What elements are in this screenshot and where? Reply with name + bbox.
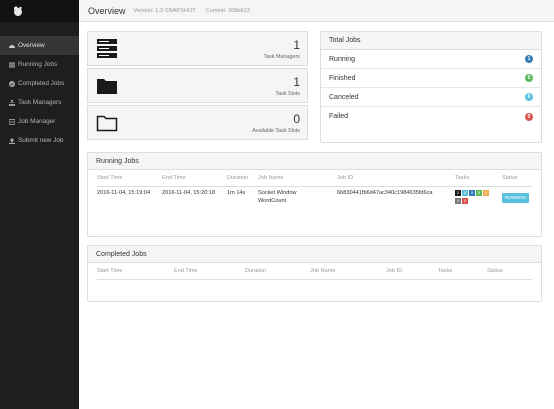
sidebar-item-label: Completed Jobs xyxy=(18,80,65,87)
cell-job-id: 6b830441fb6d47ac340c1984635fd6ca xyxy=(337,190,433,196)
col-job-name[interactable]: Job Name xyxy=(258,175,284,181)
task-count-badge: 0 xyxy=(483,190,489,196)
page-title: Overview xyxy=(88,5,126,16)
cell-duration: 1m 14s xyxy=(227,190,246,196)
cell-start-time: 2016-11-04, 15:19:04 xyxy=(97,190,151,196)
task-count-badge: 0 xyxy=(469,190,475,196)
folder-open-icon xyxy=(96,115,118,132)
completed-jobs-header: Start Time End Time Duration Job Name Jo… xyxy=(97,263,532,280)
total-row-finished: Finished 0 xyxy=(321,69,541,88)
building-icon xyxy=(7,118,16,125)
cell-tasks: 2000000 xyxy=(455,190,495,205)
col-tasks[interactable]: Tasks xyxy=(455,175,469,181)
list-icon xyxy=(7,62,16,68)
running-jobs-title: Running Jobs xyxy=(88,153,541,170)
total-label: Failed xyxy=(329,113,349,120)
col-job-id[interactable]: Job ID xyxy=(337,175,353,181)
count-badge: 1 xyxy=(525,55,533,63)
count-badge: 0 xyxy=(525,112,533,121)
task-count-badge: 0 xyxy=(462,190,468,196)
total-row-running: Running 1 xyxy=(321,50,541,69)
col-status[interactable]: Status xyxy=(502,175,518,181)
sidebar-item-task-managers[interactable]: Task Managers xyxy=(0,93,79,112)
upload-icon xyxy=(7,137,16,144)
completed-jobs-title: Completed Jobs xyxy=(88,246,541,263)
table-row[interactable]: 2016-11-04, 15:19:04 2016-11-04, 15:20:1… xyxy=(97,187,532,213)
col-duration[interactable]: Duration xyxy=(245,268,266,274)
stat-label: Task Managers xyxy=(263,54,300,60)
cell-job-name: Socket Window WordCount xyxy=(258,190,297,204)
stat-label: Task Slots xyxy=(275,91,300,97)
col-job-id[interactable]: Job ID xyxy=(386,268,402,274)
sidebar-item-submit-job[interactable]: Submit new Job xyxy=(0,131,79,150)
sidebar: Overview Running Jobs Completed Jobs Tas… xyxy=(0,0,79,409)
total-label: Finished xyxy=(329,74,356,82)
sidebar-item-label: Overview xyxy=(18,42,45,49)
total-row-failed: Failed 0 xyxy=(321,107,541,126)
stat-value: 1 xyxy=(293,75,300,89)
server-icon xyxy=(97,39,117,58)
commit-label: Commit: 368b813 xyxy=(205,7,250,14)
sidebar-item-completed-jobs[interactable]: Completed Jobs xyxy=(0,74,79,93)
stat-task-slots: 1 Task Slots xyxy=(87,68,308,103)
total-label: Canceled xyxy=(329,93,359,101)
sidebar-item-label: Task Managers xyxy=(18,99,62,106)
stat-label: Available Task Slots xyxy=(252,128,300,134)
task-count-badge: 0 xyxy=(476,190,482,196)
stat-task-managers: 1 Task Managers xyxy=(87,31,308,66)
app-logo[interactable] xyxy=(0,0,79,22)
count-badge: 0 xyxy=(525,93,533,101)
cell-end-time: 2016-11-04, 15:20:18 xyxy=(162,190,216,196)
col-tasks[interactable]: Tasks xyxy=(438,268,452,274)
col-duration[interactable]: Duration xyxy=(227,175,248,181)
squirrel-logo-icon xyxy=(14,6,22,16)
col-end-time[interactable]: End Time xyxy=(162,175,186,181)
version-label: Version: 1.2-SNAPSHOT xyxy=(133,7,196,14)
total-label: Running xyxy=(329,55,356,63)
status-badge: RUNNING xyxy=(502,193,529,203)
col-status[interactable]: Status xyxy=(487,268,503,274)
task-count-badge: 2 xyxy=(455,190,461,196)
folder-icon xyxy=(97,79,117,94)
col-start-time[interactable]: Start Time xyxy=(97,175,123,181)
running-jobs-header: Start Time End Time Duration Job Name Jo… xyxy=(97,170,532,187)
sidebar-item-running-jobs[interactable]: Running Jobs xyxy=(0,55,79,74)
stat-value: 0 xyxy=(293,112,300,126)
task-count-badge: 0 xyxy=(455,197,461,204)
top-bar: Overview Version: 1.2-SNAPSHOT Commit: 3… xyxy=(79,0,554,22)
count-badge: 0 xyxy=(525,74,533,82)
total-jobs-panel: Total Jobs Running 1 Finished 0 Canceled… xyxy=(320,31,542,143)
sidebar-nav: Overview Running Jobs Completed Jobs Tas… xyxy=(0,36,79,150)
sidebar-item-overview[interactable]: Overview xyxy=(0,36,79,55)
col-start-time[interactable]: Start Time xyxy=(97,268,123,274)
sitemap-icon xyxy=(7,99,16,106)
dashboard-icon xyxy=(7,43,16,49)
running-jobs-panel: Running Jobs Start Time End Time Duratio… xyxy=(87,152,542,237)
check-circle-icon xyxy=(7,80,16,87)
col-end-time[interactable]: End Time xyxy=(174,268,198,274)
col-job-name[interactable]: Job Name xyxy=(310,268,336,274)
sidebar-item-job-manager[interactable]: Job Manager xyxy=(0,112,79,131)
sidebar-item-label: Submit new Job xyxy=(18,137,64,144)
total-row-canceled: Canceled 0 xyxy=(321,88,541,107)
stat-available-slots: 0 Available Task Slots xyxy=(87,105,308,140)
stat-value: 1 xyxy=(293,38,300,52)
task-count-badge: 0 xyxy=(462,197,468,204)
sidebar-item-label: Running Jobs xyxy=(18,61,58,68)
completed-jobs-panel: Completed Jobs Start Time End Time Durat… xyxy=(87,245,542,302)
total-jobs-title: Total Jobs xyxy=(321,32,541,50)
sidebar-item-label: Job Manager xyxy=(18,118,56,125)
